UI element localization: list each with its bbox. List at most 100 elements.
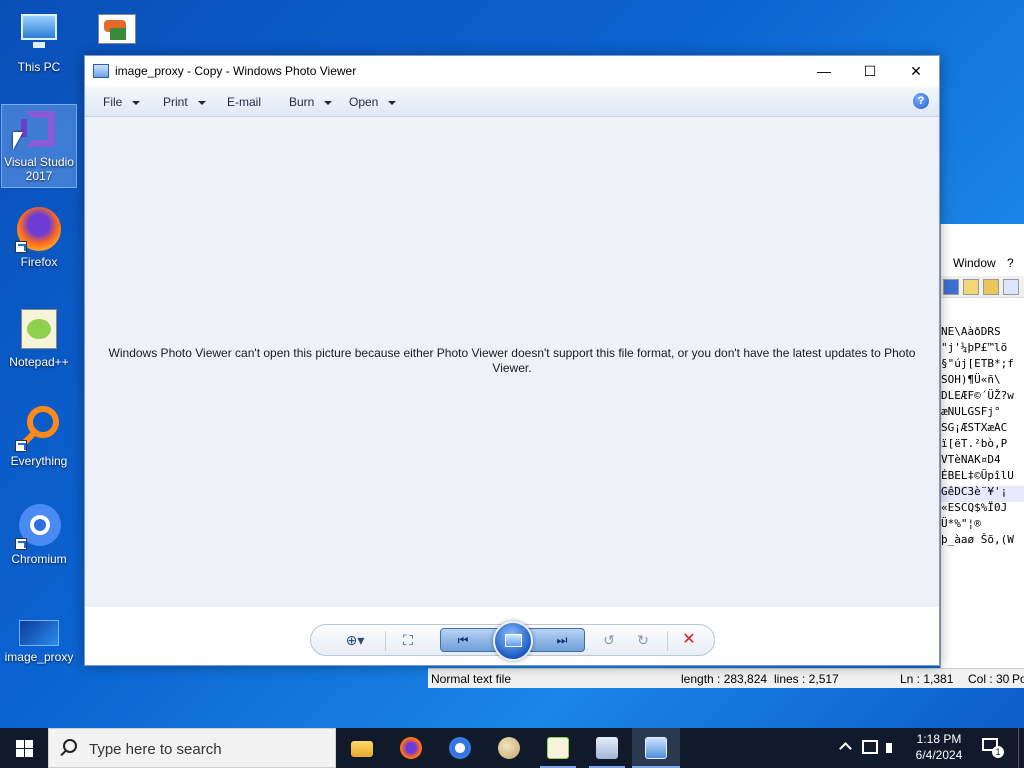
- network-icon[interactable]: [862, 740, 878, 754]
- menu-open[interactable]: Open: [349, 95, 397, 109]
- next-button[interactable]: ⏭: [542, 630, 582, 650]
- status-position: Po: [1012, 672, 1024, 686]
- chevron-up-icon[interactable]: [838, 740, 854, 768]
- desktop-icon-label: Chromium: [11, 552, 67, 566]
- status-column: Col : 30: [968, 672, 1010, 686]
- taskbar-paint[interactable]: [485, 728, 533, 768]
- code-line: GêDC3è¨¥'¡: [941, 485, 1008, 498]
- menu-help-label[interactable]: ?: [1007, 256, 1014, 270]
- code-line: þ_àaø Šõ,(W: [941, 533, 1014, 546]
- menu-print[interactable]: Print: [163, 95, 206, 109]
- toolbar-wrap-icon[interactable]: [943, 279, 959, 295]
- taskbar-app-window[interactable]: [583, 728, 631, 768]
- chevron-down-icon: [388, 100, 397, 105]
- rotate-clockwise-icon[interactable]: ↻: [631, 630, 655, 650]
- menu-email-label: E-mail: [227, 95, 262, 109]
- desktop-icon-chromium[interactable]: Chromium: [2, 502, 76, 566]
- toolbar-doc-icon[interactable]: [1003, 279, 1019, 295]
- actual-size-icon[interactable]: ⛶: [395, 630, 421, 650]
- maximize-button[interactable]: ☐: [847, 56, 893, 87]
- minimize-button[interactable]: —: [801, 56, 847, 87]
- photo-viewer-window[interactable]: image_proxy - Copy - Windows Photo Viewe…: [84, 55, 940, 666]
- desktop-icon-this-pc[interactable]: This PC: [2, 10, 76, 74]
- code-line: "j'¼þP£™lõ: [941, 341, 1008, 354]
- delete-icon[interactable]: ✕: [677, 630, 701, 650]
- notepadpp-window[interactable]: Window ? NE\AàðDRS "j'¼þP£™lõ §"új[ETB*;f S…: [940, 224, 1024, 686]
- notepadpp-statusbar: Normal text file length : 283,824 lines …: [428, 668, 1024, 688]
- desktop-icon-label: This PC: [17, 60, 61, 74]
- title-bar[interactable]: image_proxy - Copy - Windows Photo Viewe…: [85, 56, 939, 87]
- control-bar: ⊕▾ ⛶ ⏮ ⏭ ↺ ↻ ✕: [85, 607, 939, 665]
- chevron-down-icon: [132, 100, 141, 105]
- status-line-number: Ln : 1,381: [900, 672, 954, 686]
- notepadpp-menu-window[interactable]: Window ?: [953, 256, 1014, 270]
- zoom-icon[interactable]: ⊕▾: [340, 630, 370, 650]
- menu-print-label: Print: [163, 95, 188, 109]
- taskbar-notepadpp[interactable]: [534, 728, 582, 768]
- status-lines: lines : 2,517: [774, 672, 839, 686]
- menu-file[interactable]: File: [103, 95, 141, 109]
- image-file-icon: [15, 612, 63, 648]
- mouse-cursor-icon: [13, 132, 23, 150]
- code-line: §"új[ETB*;f: [941, 357, 1014, 370]
- menu-burn[interactable]: Burn: [289, 95, 333, 109]
- toolbar-folder-icon[interactable]: [963, 279, 979, 295]
- code-line: DLEÆF©´ÜŽ?w: [941, 389, 1014, 402]
- search-icon: [63, 739, 77, 753]
- taskbar-search-box[interactable]: Type here to search: [48, 728, 336, 768]
- toolbar-picture-icon[interactable]: [983, 279, 999, 295]
- code-line: æNULGSFj°: [941, 405, 1001, 418]
- taskbar-firefox[interactable]: [387, 728, 435, 768]
- taskbar-file-explorer[interactable]: [338, 728, 386, 768]
- image-display-area: Windows Photo Viewer can't open this pic…: [85, 117, 939, 607]
- desktop-icon-label: Visual Studio 2017: [4, 155, 74, 183]
- status-file-type: Normal text file: [431, 672, 512, 686]
- chromium-icon: [449, 737, 471, 759]
- desktop-icon-image-proxy[interactable]: image_proxy: [2, 612, 76, 664]
- code-line: ï[ëT.²bò,P: [941, 437, 1008, 450]
- desktop-icon-label: Notepad++: [9, 355, 69, 369]
- rotate-counterclockwise-icon[interactable]: ↺: [597, 630, 621, 650]
- firefox-icon: [15, 205, 63, 253]
- taskbar-clock[interactable]: 1:18 PM 6/4/2024: [910, 731, 968, 763]
- menu-email[interactable]: E-mail: [227, 95, 261, 109]
- taskbar: Type here to search 1:18 PM 6/4/2024 1: [0, 728, 1024, 768]
- paint-icon: [96, 10, 138, 44]
- photo-viewer-icon: [645, 737, 667, 759]
- slideshow-button[interactable]: [493, 621, 533, 661]
- this-pc-icon: [15, 10, 63, 58]
- menu-file-label: File: [103, 95, 123, 109]
- desktop-icon-firefox[interactable]: Firefox: [2, 205, 76, 269]
- previous-button[interactable]: ⏮: [443, 630, 483, 650]
- notification-center-button[interactable]: 1: [982, 738, 1004, 758]
- notepadpp-toolbar: [941, 276, 1024, 298]
- taskbar-chromium[interactable]: [436, 728, 484, 768]
- help-icon[interactable]: ?: [913, 93, 929, 109]
- show-desktop-button[interactable]: [1018, 728, 1024, 768]
- code-line: SG¡ÆSTXæAC: [941, 421, 1008, 434]
- close-button[interactable]: ✕: [893, 56, 939, 87]
- desktop-icon-paint-shortcut[interactable]: [80, 10, 154, 46]
- divider: [667, 631, 668, 651]
- shortcut-arrow-icon: [15, 241, 27, 253]
- status-length: length : 283,824: [681, 672, 768, 686]
- search-placeholder: Type here to search: [89, 741, 222, 758]
- code-line: Ü*%"¦®: [941, 517, 981, 530]
- folder-icon: [351, 741, 373, 757]
- code-line: VTèNAK¤D4: [941, 453, 1001, 466]
- notepadpp-icon: [547, 737, 569, 759]
- volume-muted-icon[interactable]: [886, 740, 904, 768]
- menu-open-label: Open: [349, 95, 379, 109]
- code-line: SOH)¶Ü«ñ\: [941, 373, 1001, 386]
- start-button[interactable]: [0, 728, 48, 768]
- notepadpp-editor[interactable]: NE\AàðDRS "j'¼þP£™lõ §"új[ETB*;f SOH)¶Ü«ñ\ D…: [941, 324, 1014, 548]
- command-bar: File Print E-mail Burn Open ?: [85, 87, 939, 117]
- desktop-icon-notepadpp[interactable]: Notepad++: [2, 305, 76, 369]
- menu-burn-label: Burn: [289, 95, 315, 109]
- menu-window-label: Window: [953, 256, 996, 270]
- desktop-icon-label: Everything: [10, 454, 68, 468]
- notepadpp-icon: [15, 305, 63, 353]
- taskbar-photo-viewer[interactable]: [632, 728, 680, 768]
- code-line: ÉBEL‡©ÜpîlU: [941, 469, 1014, 482]
- desktop-icon-everything[interactable]: Everything: [2, 404, 76, 468]
